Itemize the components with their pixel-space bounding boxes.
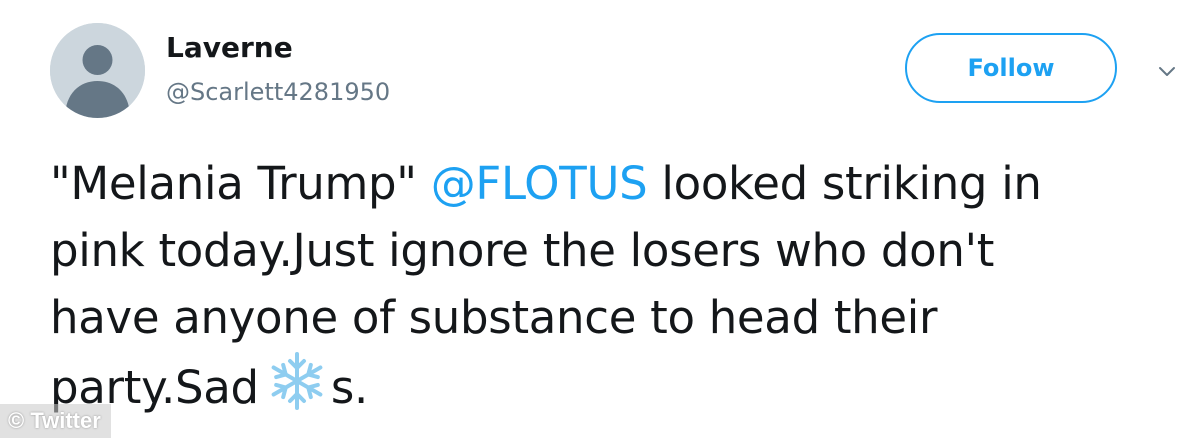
tweet-text-segment: "Melania Trump": [50, 157, 431, 210]
display-name[interactable]: Laverne: [166, 30, 293, 66]
follow-button[interactable]: Follow: [905, 33, 1117, 103]
tweet-line-4: party.Sad s.: [50, 351, 1190, 421]
tweet-text: "Melania Trump" @FLOTUS looked striking …: [50, 150, 1190, 421]
chevron-down-icon[interactable]: [1155, 60, 1179, 84]
snowflake-icon: [271, 352, 323, 410]
tweet-text-segment: s.: [330, 361, 368, 414]
tweet-card: Laverne @Scarlett4281950 Follow "Melania…: [0, 0, 1200, 438]
tweet-line-1: "Melania Trump" @FLOTUS looked striking …: [50, 150, 1190, 217]
mention-link[interactable]: @FLOTUS: [431, 157, 648, 210]
default-profile-icon: [50, 23, 145, 118]
tweet-line-3: have anyone of substance to head their: [50, 291, 938, 344]
tweet-line-2: pink today.Just ignore the losers who do…: [50, 224, 995, 277]
tweet-text-segment: looked striking in: [647, 157, 1042, 210]
user-handle[interactable]: @Scarlett4281950: [166, 76, 390, 108]
avatar[interactable]: [50, 23, 145, 118]
twitter-watermark: © Twitter: [0, 404, 111, 438]
